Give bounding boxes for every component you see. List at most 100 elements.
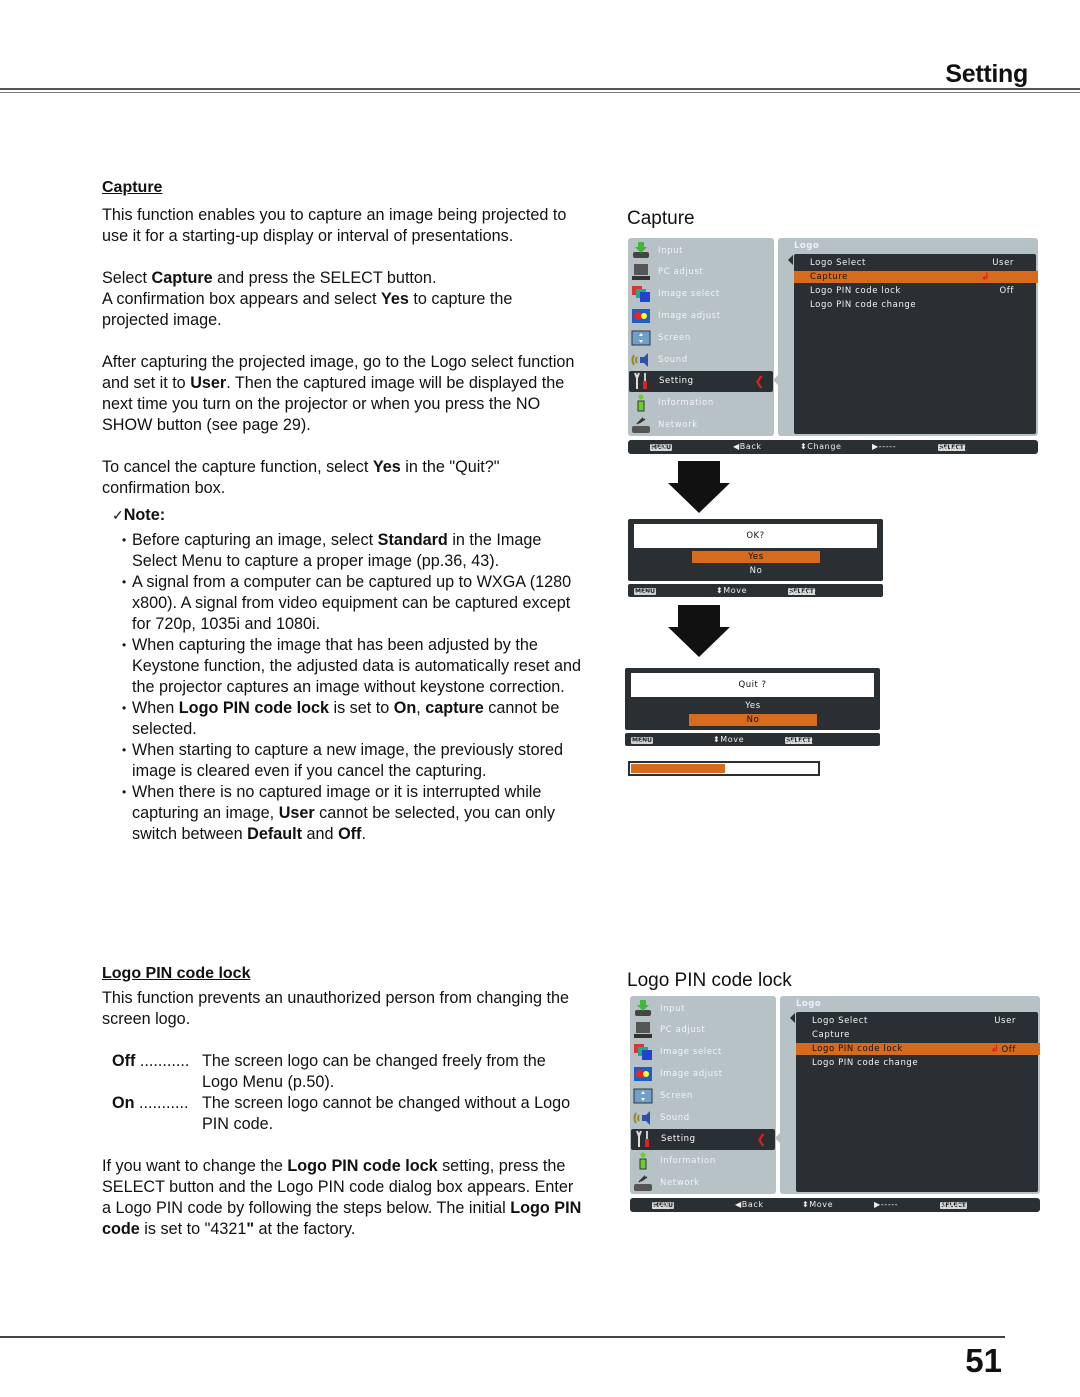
- capture-cancel: To cancel the capture function, select Y…: [102, 458, 500, 497]
- osd-help-bar: MENU Exit ◀Back ⬍Change ▶----- SELECT Sele…: [628, 440, 1038, 454]
- dialog-option-no[interactable]: No: [689, 714, 817, 726]
- submenu-title: Logo: [794, 241, 820, 251]
- capture-osd-menu: Logo Logo Select User Capture ↲ Logo PIN cod…: [628, 238, 1038, 456]
- submenu-item-logo-pin-code-lock[interactable]: Logo PIN code lock ↲ Off: [796, 1043, 1040, 1055]
- menu-item-pc-adjust[interactable]: PC adjust: [630, 1020, 776, 1041]
- menu-item-screen[interactable]: Screen: [630, 1085, 776, 1106]
- submenu-panel: Logo Logo Select User Capture Logo PIN code…: [780, 996, 1040, 1194]
- dialog-option-no[interactable]: No: [692, 565, 820, 577]
- dialog-help-bar: MENU ----- ⬍Move SELECT Select: [628, 584, 883, 597]
- submenu-item-capture[interactable]: Capture ↲: [794, 271, 1038, 283]
- image-adjust-icon: [631, 307, 651, 325]
- menu-item-label: Sound: [660, 1112, 690, 1123]
- checkmark-icon: ✓: [112, 507, 124, 523]
- pin-figure-title: Logo PIN code lock: [627, 970, 792, 991]
- image-adjust-icon: [633, 1065, 653, 1083]
- menu-item-label: Image adjust: [658, 310, 721, 321]
- capture-figure-title: Capture: [627, 208, 695, 229]
- capture-intro: This function enables you to capture an …: [102, 206, 567, 245]
- arrow-down-icon: [668, 461, 730, 513]
- pin-osd-menu: Logo Logo Select User Capture Logo PIN code…: [630, 996, 1040, 1214]
- menu-item-information[interactable]: Information: [630, 1151, 776, 1172]
- submenu-item-label: Capture: [812, 1030, 850, 1040]
- menu-item-label: Input: [658, 245, 684, 256]
- pin-change-instructions: If you want to change the Logo PIN code …: [102, 1157, 582, 1238]
- progress-fill: [631, 764, 725, 773]
- submenu-item-label: Logo PIN code change: [812, 1058, 919, 1068]
- submenu-title: Logo: [796, 999, 822, 1009]
- menu-item-sound[interactable]: Sound: [630, 1107, 776, 1128]
- quit-dialog: Quit ? Yes No MENU ----- ⬍Move SELECT Sele…: [625, 668, 880, 746]
- submenu-item-value: ↲ Off: [990, 1043, 1016, 1055]
- submenu-item-logo-pin-code-lock[interactable]: Logo PIN code lock Off: [794, 285, 1038, 297]
- section-title: Setting: [945, 60, 1028, 88]
- menu-item-input[interactable]: Input: [628, 240, 774, 261]
- osd-help-bar: MENU Exit ◀Back ⬍Move ▶----- SELECT Next: [630, 1198, 1040, 1212]
- information-icon: [631, 394, 651, 412]
- note-item: When starting to capture a new image, th…: [102, 740, 582, 782]
- submenu-item-logo-select[interactable]: Logo Select User: [794, 257, 1038, 269]
- submenu-item-label: Logo Select: [810, 258, 866, 268]
- submenu-item-logo-pin-code-change[interactable]: Logo PIN code change: [796, 1057, 1040, 1069]
- capture-after: After capturing the projected image, go …: [102, 353, 575, 434]
- pin-option-on: On ........... The screen logo cannot be…: [112, 1094, 571, 1133]
- capture-heading: Capture: [102, 179, 163, 196]
- pin-option-off: Off ........... The screen logo can be c…: [112, 1052, 546, 1091]
- menu-item-label: Input: [660, 1003, 686, 1014]
- pc-adjust-icon: [633, 1021, 653, 1039]
- pin-intro: This function prevents an unauthorized p…: [102, 989, 570, 1028]
- pin-options: Off ........... The screen logo can be c…: [102, 1051, 582, 1135]
- submenu-panel: Logo Logo Select User Capture ↲ Logo PIN cod…: [778, 238, 1038, 436]
- menu-item-label: Information: [660, 1156, 716, 1167]
- menu-item-label: Network: [660, 1177, 700, 1188]
- submenu-item-label: Logo PIN code lock: [810, 286, 901, 296]
- page-number: 51: [965, 1342, 1002, 1379]
- submenu-item-capture[interactable]: Capture: [796, 1029, 1040, 1041]
- menu-item-setting[interactable]: Setting ❮: [631, 1128, 775, 1150]
- chevron-left-icon: ❮: [754, 374, 765, 389]
- image-select-icon: [633, 1043, 653, 1061]
- menu-item-input[interactable]: Input: [630, 998, 776, 1019]
- menu-item-label: Screen: [660, 1090, 693, 1101]
- menu-item-setting[interactable]: Setting ❮: [629, 370, 773, 392]
- menu-item-label: Image select: [660, 1047, 722, 1058]
- screen-icon: [633, 1087, 653, 1105]
- menu-item-network[interactable]: Network: [630, 1172, 776, 1193]
- header-rule-thin: [0, 92, 1080, 93]
- network-icon: [633, 1174, 653, 1192]
- submenu-item-logo-pin-code-change[interactable]: Logo PIN code change: [794, 299, 1038, 311]
- menu-item-sound[interactable]: Sound: [628, 349, 774, 370]
- menu-item-network[interactable]: Network: [628, 414, 774, 435]
- footer-rule: [0, 1336, 1005, 1338]
- menu-item-label: Sound: [658, 354, 688, 365]
- menu-item-label: PC adjust: [658, 267, 704, 278]
- information-icon: [633, 1152, 653, 1170]
- capture-section: Capture This function enables you to cap…: [102, 177, 582, 845]
- submenu-item-logo-select[interactable]: Logo Select User: [796, 1015, 1040, 1027]
- arrow-down-icon: [668, 605, 730, 657]
- menu-item-screen[interactable]: Screen: [628, 327, 774, 348]
- capture-step-select: Select Capture and press the SELECT butt…: [102, 269, 437, 287]
- menu-item-pc-adjust[interactable]: PC adjust: [628, 262, 774, 283]
- menu-item-label: PC adjust: [660, 1025, 706, 1036]
- menu-item-information[interactable]: Information: [628, 393, 774, 414]
- submenu-item-label: Capture: [810, 272, 848, 282]
- submenu-pointer: [788, 255, 793, 265]
- menu-item-image-select[interactable]: Image select: [628, 284, 774, 305]
- note-item: Before capturing an image, select Standa…: [102, 530, 582, 572]
- submenu-item-value: User: [994, 1016, 1016, 1026]
- menu-item-label: Image adjust: [660, 1068, 723, 1079]
- menu-item-image-adjust[interactable]: Image adjust: [630, 1063, 776, 1084]
- menu-item-label: Image select: [658, 289, 720, 300]
- menu-item-label: Network: [658, 419, 698, 430]
- menu-item-label: Setting: [659, 376, 694, 387]
- dialog-option-yes[interactable]: Yes: [689, 700, 817, 712]
- submenu-item-label: Logo PIN code lock: [812, 1044, 903, 1054]
- setting-icon: [634, 1130, 654, 1148]
- note-item: When there is no captured image or it is…: [102, 782, 582, 845]
- menu-item-image-adjust[interactable]: Image adjust: [628, 305, 774, 326]
- menu-item-image-select[interactable]: Image select: [630, 1042, 776, 1063]
- dialog-option-yes[interactable]: Yes: [692, 551, 820, 563]
- enter-icon: ↲: [981, 271, 990, 283]
- note-heading: ✓Note:: [112, 506, 166, 524]
